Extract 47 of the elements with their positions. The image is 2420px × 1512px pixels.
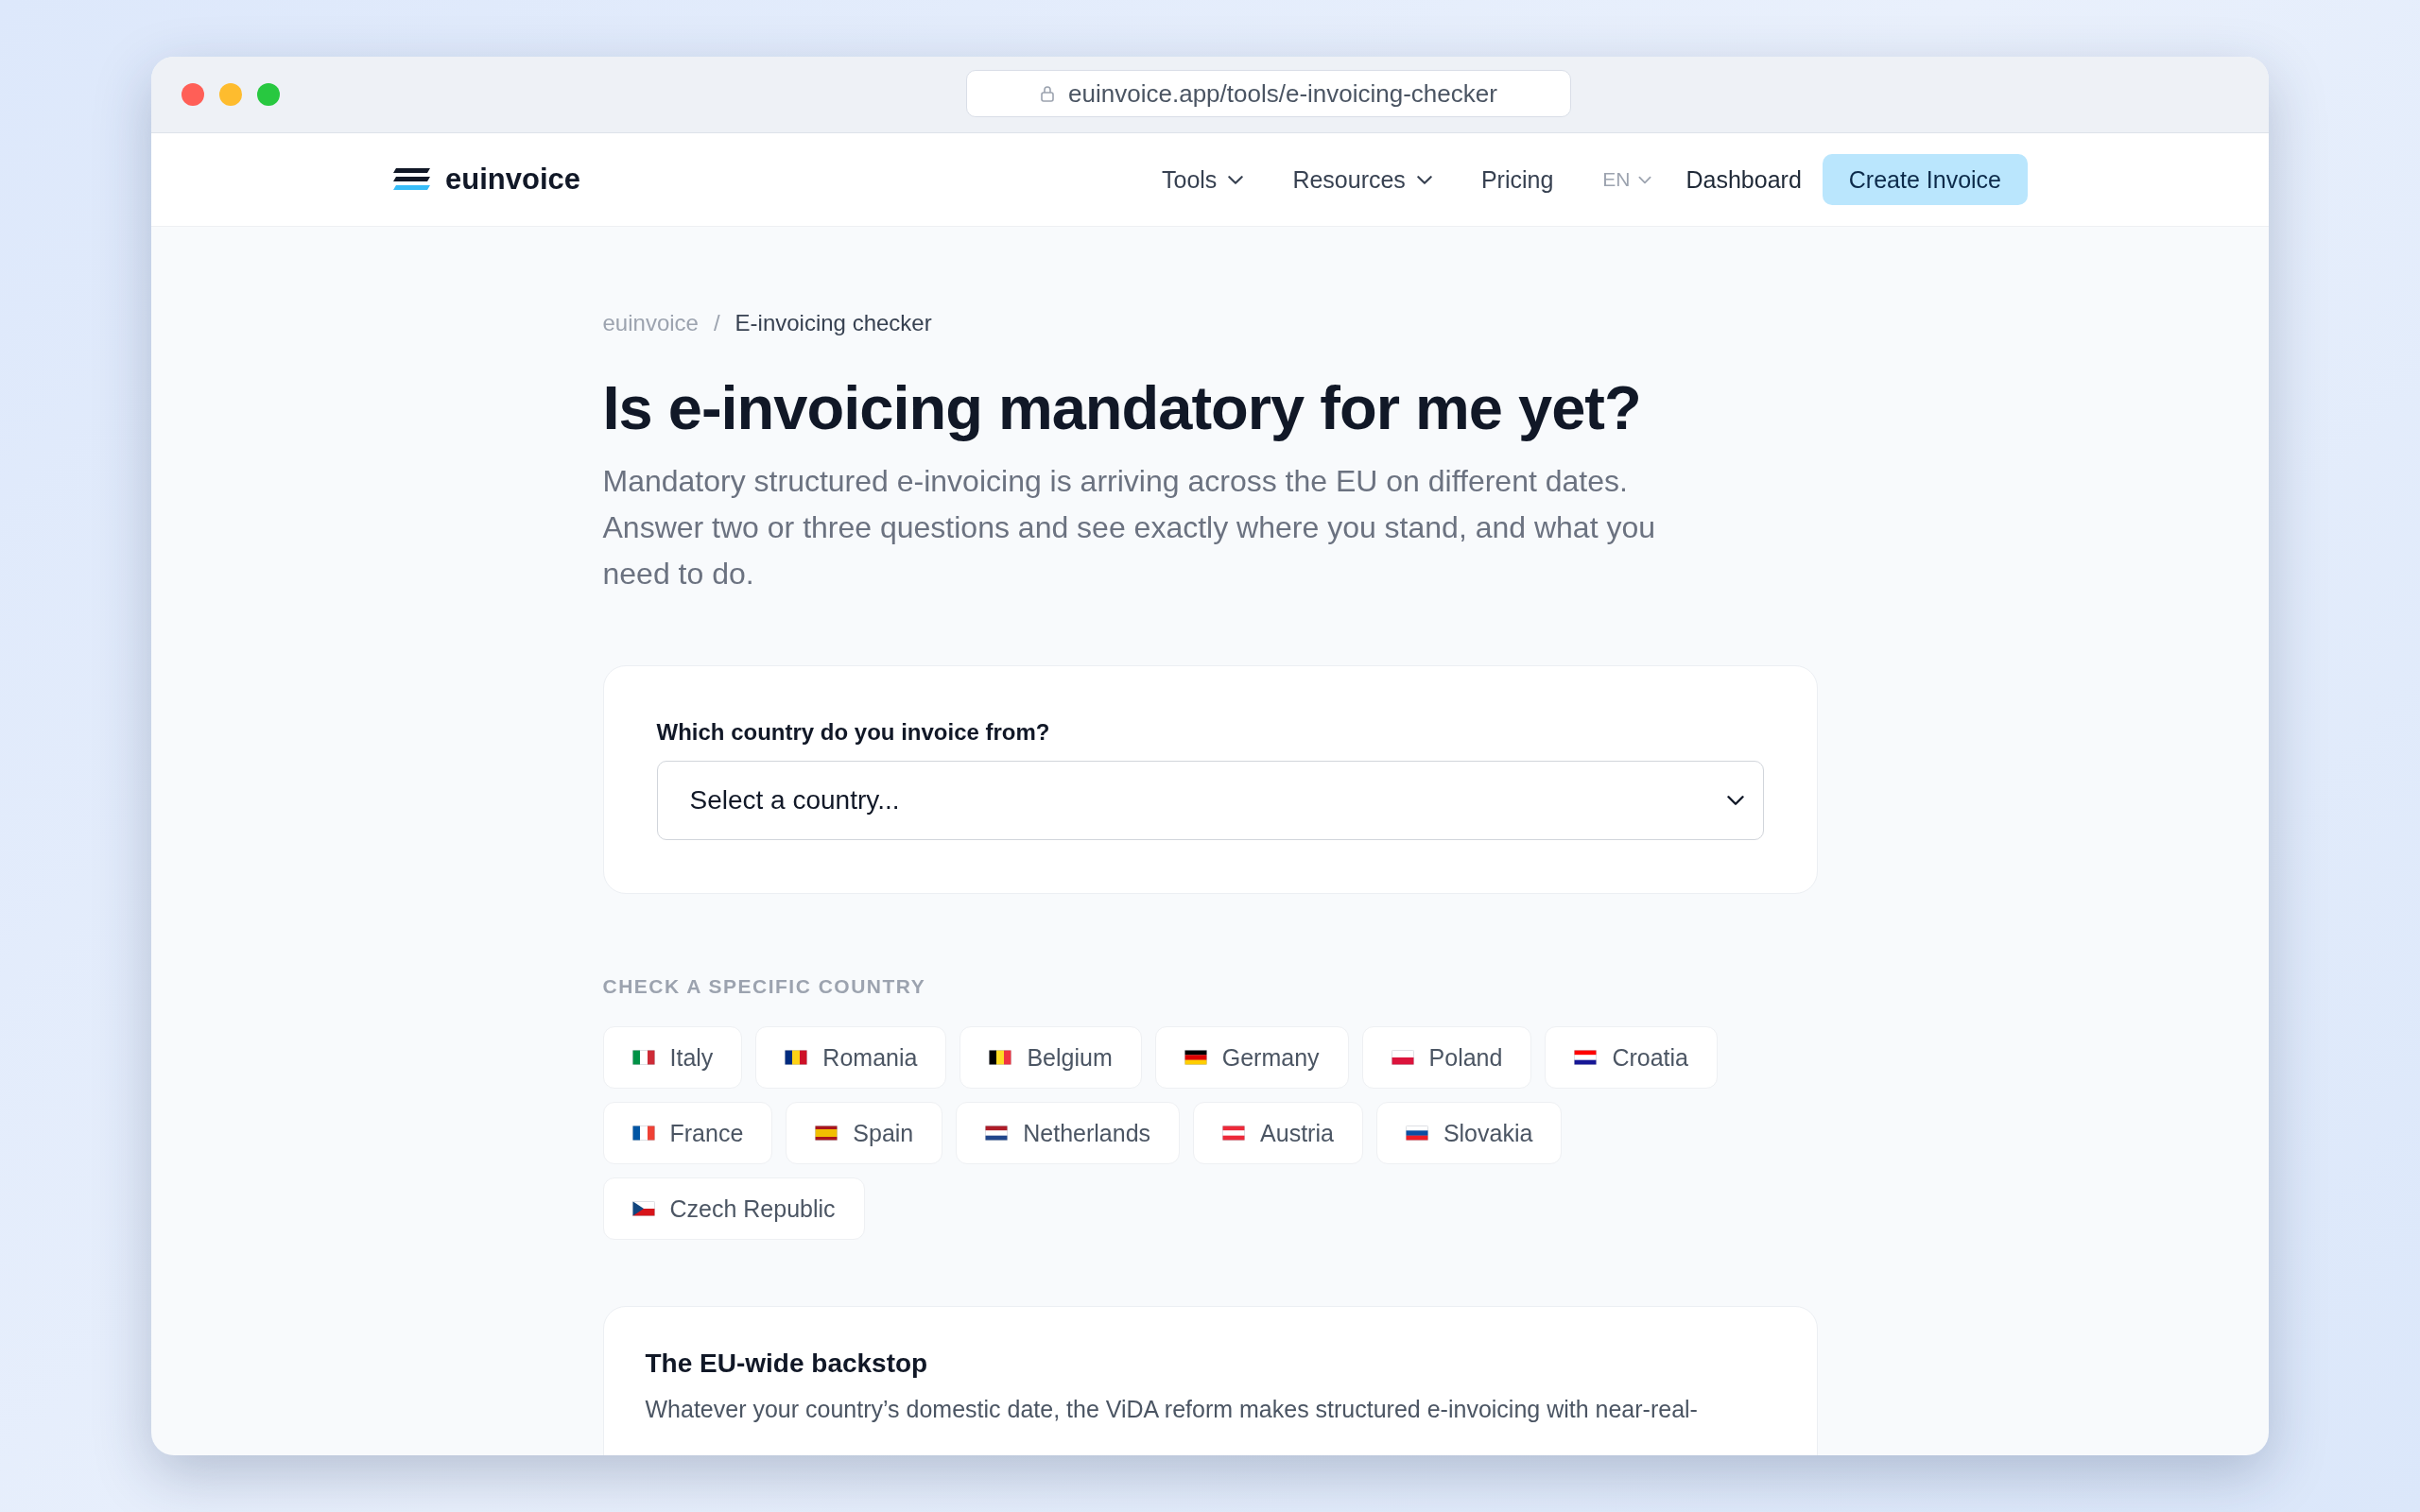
flag-icon	[1405, 1125, 1428, 1141]
nav-link[interactable]: Tools	[1162, 165, 1244, 194]
section-label: CHECK A SPECIFIC COUNTRY	[602, 975, 927, 998]
flag-icon	[1574, 1050, 1598, 1065]
nav-link[interactable]: Resources	[1292, 165, 1432, 194]
flag-icon	[815, 1125, 838, 1141]
country-chip[interactable]: Romania	[755, 1026, 947, 1089]
create-invoice-button[interactable]: Create Invoice	[1822, 154, 2028, 205]
flag-icon	[989, 1050, 1012, 1065]
lock-icon	[1040, 85, 1056, 102]
country-chip[interactable]: Czech Republic	[602, 1177, 865, 1240]
breadcrumb-separator: /	[713, 310, 720, 336]
country-chip[interactable]: Spain	[786, 1102, 943, 1164]
window-control-icon[interactable]	[182, 83, 204, 106]
country-chip[interactable]: Germany	[1154, 1026, 1349, 1089]
intro-text: Mandatory structured e-invoicing is arriving across the EU on different dates. Answer two or three questions and see exactly where you stand, and what you need to do.	[602, 463, 1657, 593]
country-chip[interactable]: Slovakia	[1375, 1102, 1563, 1164]
flag-icon	[631, 1125, 655, 1141]
chevron-down-icon	[1726, 795, 1744, 806]
flag-icon	[1184, 1050, 1207, 1065]
window-control-icon[interactable]	[257, 83, 280, 106]
country-chip[interactable]: Belgium	[959, 1026, 1142, 1089]
country-select[interactable]: Select a country...	[656, 761, 1764, 840]
flag-icon	[1391, 1050, 1414, 1065]
address-bar[interactable]: euinvoice.app/tools/e-invoicing-checker	[966, 70, 1571, 117]
dashboard-link[interactable]: Dashboard	[1685, 165, 1802, 194]
country-chip[interactable]: Austria	[1193, 1102, 1363, 1164]
country-chip[interactable]: France	[602, 1102, 773, 1164]
country-chip[interactable]: Netherlands	[956, 1102, 1181, 1164]
flag-icon	[631, 1050, 655, 1065]
chevron-down-icon	[1638, 175, 1652, 184]
flag-icon	[985, 1125, 1009, 1141]
brand-name[interactable]: euinvoice	[445, 163, 580, 197]
country-chip[interactable]: Italy	[602, 1026, 743, 1089]
flag-icon	[785, 1050, 808, 1065]
country-chip[interactable]: Croatia	[1545, 1026, 1718, 1089]
flag-icon	[1222, 1125, 1246, 1141]
question-label: Which country do you invoice from?	[656, 719, 1051, 746]
card-title: The EU-wide backstop	[645, 1349, 929, 1379]
page-title: Is e-invoicing mandatory for me yet?	[602, 372, 1642, 443]
nav-link[interactable]: Pricing	[1480, 165, 1554, 194]
window-control-icon[interactable]	[219, 83, 242, 106]
breadcrumb-item: E-invoicing checker	[735, 310, 932, 336]
logo-icon[interactable]	[392, 166, 432, 193]
country-chip[interactable]: Poland	[1361, 1026, 1532, 1089]
card-text: Whatever your country’s domestic date, the ViDA reform makes structured e-invoicing with near-real-	[645, 1396, 1699, 1423]
flag-icon	[631, 1201, 655, 1216]
